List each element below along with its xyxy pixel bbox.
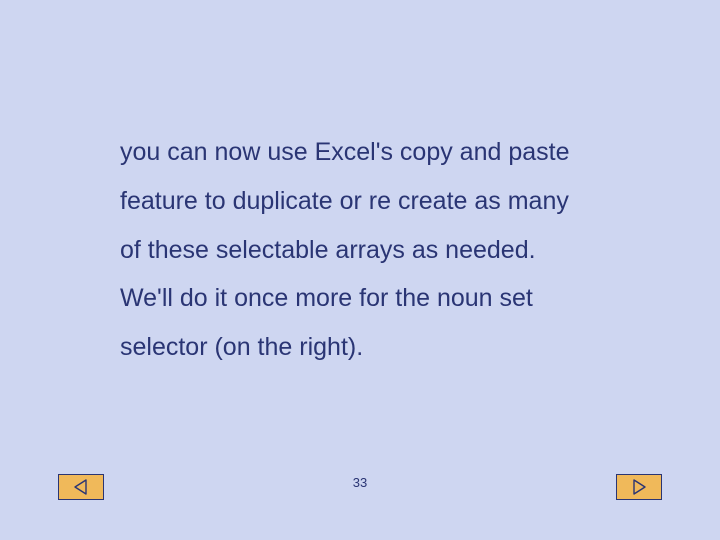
slide-body-text: you can now use Excel's copy and paste f… bbox=[120, 128, 590, 372]
page-number: 33 bbox=[0, 475, 720, 490]
triangle-right-icon bbox=[630, 478, 648, 496]
triangle-left-icon bbox=[72, 478, 90, 496]
prev-slide-button[interactable] bbox=[58, 474, 104, 500]
next-slide-button[interactable] bbox=[616, 474, 662, 500]
